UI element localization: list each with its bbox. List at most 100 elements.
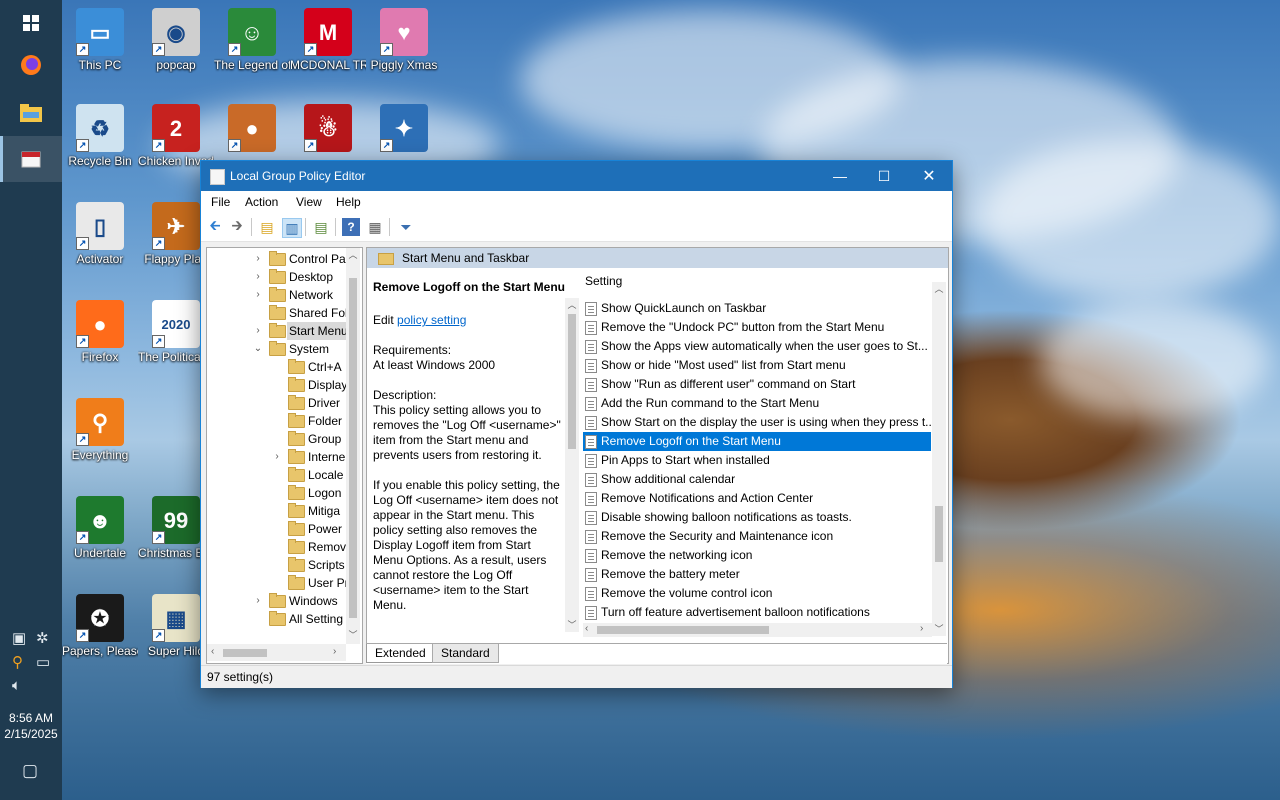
- list-hscroll-thumb[interactable]: [597, 626, 769, 634]
- setting-row[interactable]: Disable showing balloon notifications as…: [583, 508, 931, 527]
- setting-row[interactable]: Remove Logoff on the Start Menu: [583, 432, 931, 451]
- back-arrow-icon[interactable]: 🡰: [206, 217, 224, 236]
- tree-horizontal-scrollbar[interactable]: ‹ ›: [207, 644, 346, 661]
- setting-row[interactable]: Show "Run as different user" command on …: [583, 375, 931, 394]
- tree-scroll-down-icon[interactable]: ﹀: [346, 628, 360, 641]
- policy-setting-icon: [585, 492, 597, 506]
- tray-search-icon[interactable]: ⚲: [12, 653, 23, 671]
- setting-row[interactable]: Add the Run command to the Start Menu: [583, 394, 931, 413]
- tree-scroll-up-icon[interactable]: ︿: [346, 248, 360, 261]
- menu-action[interactable]: Action: [245, 195, 278, 209]
- tree-scroll-thumb[interactable]: [349, 278, 357, 618]
- expanded-chevron-icon[interactable]: ⌄: [252, 340, 264, 358]
- desktop-shortcut[interactable]: ✦ ↗: [366, 104, 442, 154]
- folder-icon: [288, 449, 305, 464]
- desktop-shortcut[interactable]: ☻ ↗ Undertale: [62, 496, 138, 561]
- tab-standard[interactable]: Standard: [432, 644, 499, 663]
- settings-horizontal-scrollbar[interactable]: ‹ ›: [583, 623, 932, 637]
- desktop-shortcut[interactable]: ☃ ↗: [290, 104, 366, 154]
- taskbar-group-policy-editor[interactable]: [0, 136, 62, 182]
- tree-node-label: Mitiga: [308, 504, 341, 518]
- expand-chevron-icon[interactable]: ›: [252, 592, 264, 610]
- up-folder-icon[interactable]: ▤: [258, 218, 276, 236]
- edit-policy-link[interactable]: policy setting: [397, 313, 466, 327]
- desktop-shortcut[interactable]: ✪ ↗ Papers, Please: [62, 594, 138, 659]
- tree-hscroll-thumb[interactable]: [223, 649, 267, 657]
- settings-vertical-scrollbar[interactable]: ︿ ﹀: [932, 282, 946, 636]
- menu-help[interactable]: Help: [336, 195, 361, 209]
- shortcut-arrow-icon: ↗: [76, 433, 89, 446]
- scroll-up-arrow-icon[interactable]: ︿: [565, 298, 579, 311]
- setting-row[interactable]: Show or hide "Most used" list from Start…: [583, 356, 931, 375]
- desktop-shortcut[interactable]: ◉ ↗ popcap: [138, 8, 214, 73]
- setting-row[interactable]: Turn off feature advertisement balloon n…: [583, 603, 931, 622]
- filter-icon[interactable]: ⏷: [397, 218, 415, 236]
- export-list-icon[interactable]: ▤: [312, 218, 330, 236]
- properties-icon[interactable]: ▦: [366, 218, 384, 236]
- desktop-shortcut[interactable]: ☺↗ The Legend of Zilda: [214, 8, 290, 73]
- menu-view[interactable]: View: [296, 195, 322, 209]
- taskbar-firefox[interactable]: [0, 42, 62, 88]
- desktop-shortcut[interactable]: ● ↗ Firefox: [62, 300, 138, 365]
- tree-node-label: Network: [289, 288, 334, 302]
- expand-chevron-icon[interactable]: ›: [252, 286, 264, 304]
- tab-extended[interactable]: Extended: [366, 644, 435, 663]
- tray-volume-muted-icon[interactable]: 🔈︎: [12, 677, 21, 694]
- desktop-icon-label: Everything: [71, 448, 129, 462]
- setting-row[interactable]: Show additional calendar: [583, 470, 931, 489]
- list-scroll-down-icon[interactable]: ﹀: [932, 622, 946, 635]
- tree-node-label: All Setting: [289, 612, 344, 626]
- tree-scroll-left-icon[interactable]: ‹: [211, 646, 214, 657]
- start-button[interactable]: [0, 0, 62, 46]
- taskbar-date[interactable]: 2/15/2025: [0, 727, 62, 741]
- expand-chevron-icon[interactable]: ›: [252, 268, 264, 286]
- expand-chevron-icon[interactable]: ›: [252, 322, 264, 340]
- help-icon[interactable]: ?: [342, 218, 360, 236]
- desktop-shortcut[interactable]: ⚲ ↗ Everything: [62, 398, 138, 463]
- expand-chevron-icon[interactable]: ›: [271, 448, 283, 466]
- action-center-icon[interactable]: ▢: [22, 761, 38, 781]
- expand-chevron-icon[interactable]: ›: [252, 250, 264, 268]
- taskbar-time[interactable]: 8:56 AM: [0, 711, 62, 725]
- taskbar-file-explorer[interactable]: [0, 90, 62, 136]
- desktop-shortcut[interactable]: ● ↗: [214, 104, 290, 154]
- setting-row[interactable]: Show the Apps view automatically when th…: [583, 337, 931, 356]
- desktop-shortcut[interactable]: M↗ MCDONAL TREASURE...: [290, 8, 366, 73]
- setting-row[interactable]: Remove Notifications and Action Center: [583, 489, 931, 508]
- tray-settings-icon[interactable]: ✲: [36, 629, 49, 647]
- desktop-shortcut[interactable]: ♥ ↗ Piggly Xmas: [366, 8, 442, 73]
- shortcut-arrow-icon: ↗: [304, 139, 317, 152]
- tree-vertical-scrollbar[interactable]: ︿ ﹀: [346, 248, 360, 644]
- setting-row[interactable]: Remove the "Undock PC" button from the S…: [583, 318, 931, 337]
- menu-bar: File Action View Help: [201, 191, 952, 213]
- minimize-button[interactable]: —: [817, 161, 863, 191]
- setting-row[interactable]: Remove the battery meter: [583, 565, 931, 584]
- setting-row[interactable]: Show QuickLaunch on Taskbar: [583, 299, 931, 318]
- close-button[interactable]: ✕: [906, 161, 952, 191]
- setting-row[interactable]: Remove the Security and Maintenance icon: [583, 527, 931, 546]
- setting-column-header[interactable]: Setting: [583, 268, 937, 292]
- desktop-shortcut[interactable]: ♻ ↗ Recycle Bin: [62, 104, 138, 169]
- scroll-right-arrow-icon[interactable]: ›: [920, 623, 923, 634]
- tray-display-icon[interactable]: ▭: [36, 653, 50, 671]
- maximize-button[interactable]: ☐: [861, 161, 907, 191]
- description-scrollbar[interactable]: ︿ ﹀: [565, 298, 579, 632]
- desktop-shortcut[interactable]: ▭ ↗ This PC: [62, 8, 138, 73]
- list-scroll-up-icon[interactable]: ︿: [932, 282, 946, 295]
- edit-line: Edit policy setting: [373, 313, 563, 328]
- desktop-shortcut[interactable]: ▯ ↗ Activator: [62, 202, 138, 267]
- setting-row[interactable]: Remove the volume control icon: [583, 584, 931, 603]
- scroll-left-arrow-icon[interactable]: ‹: [585, 623, 588, 634]
- setting-row[interactable]: Remove the networking icon: [583, 546, 931, 565]
- description-scroll-thumb[interactable]: [568, 314, 576, 449]
- setting-row[interactable]: Show Start on the display the user is us…: [583, 413, 931, 432]
- setting-row[interactable]: Pin Apps to Start when installed: [583, 451, 931, 470]
- scroll-down-arrow-icon[interactable]: ﹀: [565, 618, 579, 631]
- tray-network-status-icon[interactable]: ▣: [12, 629, 26, 647]
- menu-file[interactable]: File: [211, 195, 230, 209]
- title-bar[interactable]: Local Group Policy Editor — ☐ ✕: [201, 161, 952, 191]
- forward-arrow-icon[interactable]: 🡲: [228, 217, 246, 236]
- show-hide-tree-icon[interactable]: ▥: [282, 218, 302, 238]
- list-scroll-thumb[interactable]: [935, 506, 943, 562]
- tree-scroll-right-icon[interactable]: ›: [333, 646, 336, 657]
